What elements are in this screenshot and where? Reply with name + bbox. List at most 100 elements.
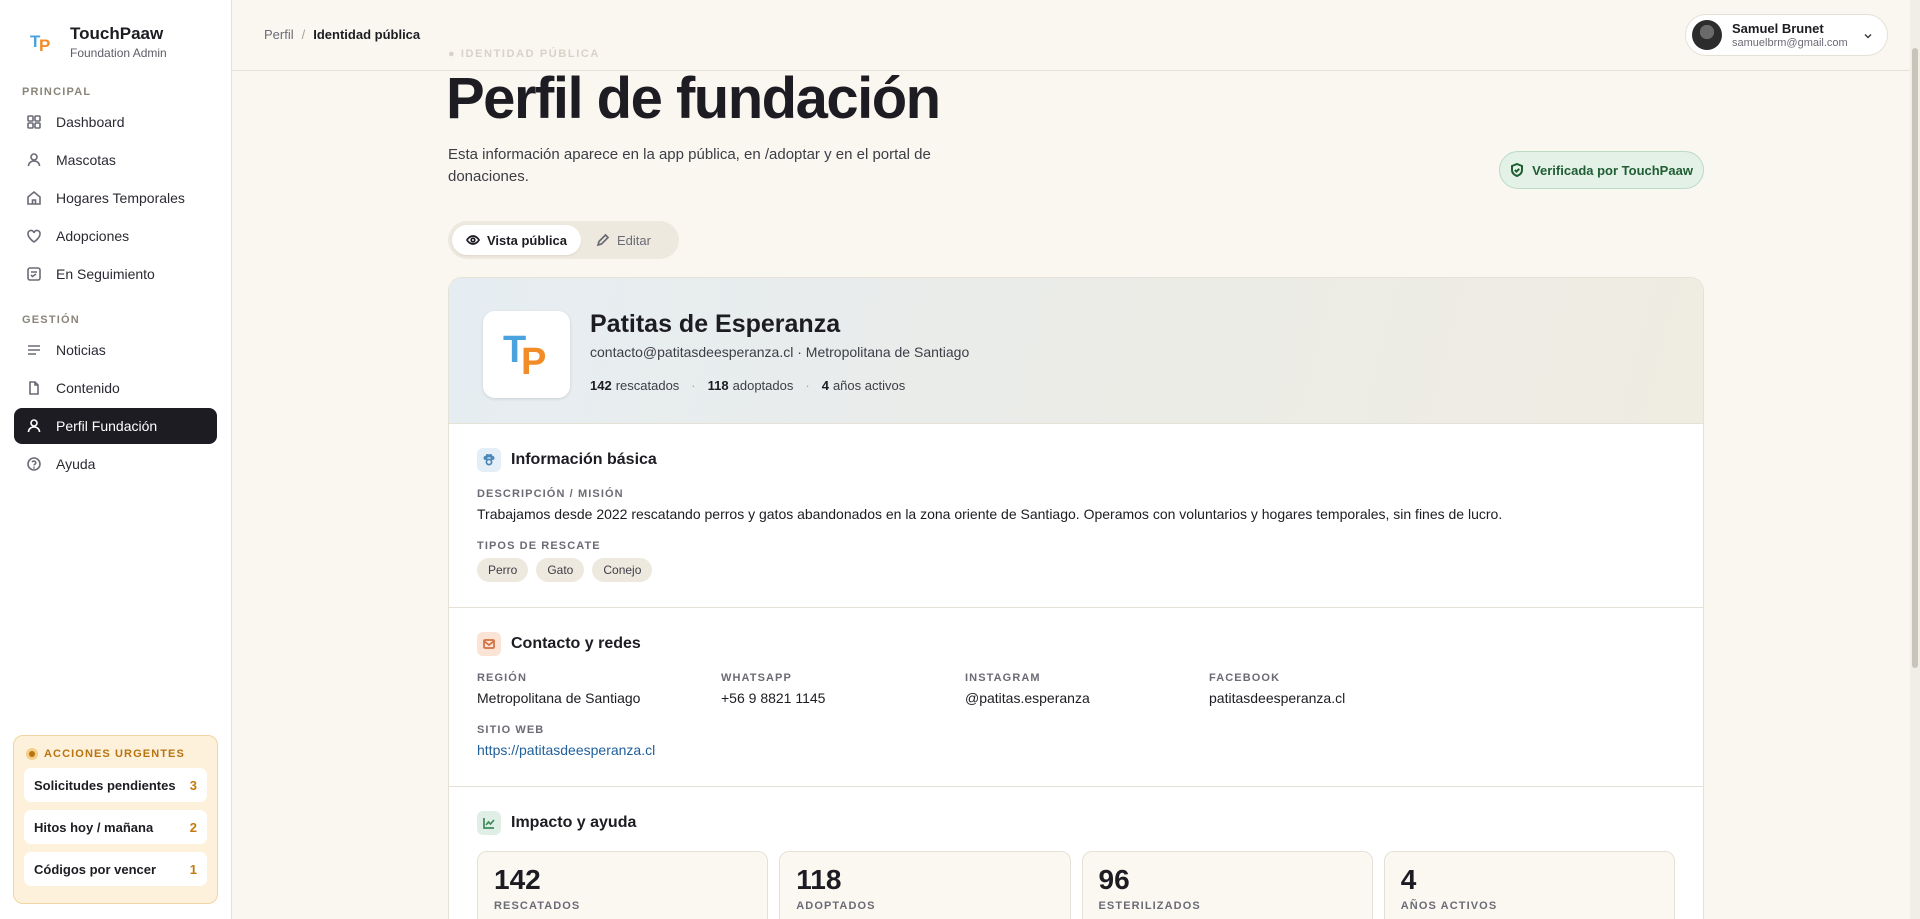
- sidebar-item-label: Contenido: [56, 380, 120, 396]
- basic-info-title: Información básica: [511, 451, 657, 468]
- brand[interactable]: TP TouchPaaw Foundation Admin: [28, 24, 167, 60]
- contact-fields: REGIÓN Metropolitana de Santiago WHATSAP…: [477, 672, 1675, 706]
- urgent-row-count: 2: [189, 819, 197, 835]
- impact-stat-rescatados: 142 RESCATADOS: [477, 851, 769, 919]
- sidebar-item-dashboard[interactable]: Dashboard: [14, 104, 217, 140]
- sidebar-item-hogares[interactable]: Hogares Temporales: [14, 180, 217, 216]
- sidebar-item-label: Perfil Fundación: [56, 418, 158, 434]
- heart-icon: [27, 229, 41, 243]
- foundation-region: Metropolitana de Santiago: [805, 344, 970, 360]
- contact-separator: ·: [797, 344, 802, 360]
- public-view-label: Vista pública: [487, 232, 567, 248]
- stat-value: 142: [590, 378, 612, 393]
- brand-name: TouchPaaw: [70, 24, 164, 43]
- lines-icon: [28, 345, 40, 355]
- urgent-row-hitos[interactable]: Hitos hoy / mañana 2: [24, 810, 207, 844]
- urgent-actions-header: ACCIONES URGENTES: [26, 748, 207, 760]
- stat-label: rescatados: [615, 378, 680, 393]
- scrollbar-thumb[interactable]: [1912, 48, 1918, 668]
- contact-header: Contacto y redes: [477, 632, 1675, 656]
- foundation-email: contacto@patitasdeesperanza.cl: [590, 344, 794, 360]
- urgent-row-codigos[interactable]: Códigos por vencer 1: [24, 852, 207, 886]
- sidebar-item-label: En Seguimiento: [56, 266, 155, 282]
- urgent-row-solicitudes[interactable]: Solicitudes pendientes 3: [24, 768, 207, 802]
- stat-value: 4: [821, 378, 829, 393]
- contact-field-instagram: INSTAGRAM @patitas.esperanza: [965, 672, 1209, 706]
- mail-icon: [477, 632, 501, 656]
- mission-label: DESCRIPCIÓN / MISIÓN: [477, 488, 624, 500]
- contact-field-whatsapp: WHATSAPP +56 9 8821 1145: [721, 672, 965, 706]
- user-icon: [27, 419, 41, 433]
- sidebar-item-label: Adopciones: [56, 228, 130, 244]
- topbar: Perfil / Identidad pública Samuel Brunet s…: [232, 0, 1920, 71]
- foundation-stats: 142 rescatados · 118 adoptados · 4 años act…: [590, 378, 905, 393]
- stat-value: 142: [494, 864, 541, 895]
- alert-dot-icon: [26, 748, 38, 760]
- contact-field-region: REGIÓN Metropolitana de Santiago: [477, 672, 721, 706]
- rescue-types-label: TIPOS DE RESCATE: [477, 540, 601, 552]
- paw-icon: [477, 448, 501, 472]
- field-label: FACEBOOK: [1209, 672, 1281, 684]
- shield-check-icon: [1511, 163, 1524, 177]
- stat-label: años activos: [832, 378, 906, 393]
- urgent-row-label: Códigos por vencer: [34, 861, 157, 877]
- sidebar-item-label: Noticias: [56, 342, 106, 358]
- field-label: REGIÓN: [477, 672, 527, 684]
- stat-value: 4: [1400, 864, 1417, 895]
- profile-hero: TP Patitas de Esperanza contacto@patitas…: [449, 278, 1703, 424]
- user-email: samuelbrm@gmail.com: [1732, 37, 1848, 49]
- foundation-contact: contacto@patitasdeesperanza.cl · Metropo…: [590, 344, 969, 360]
- sidebar-item-contenido[interactable]: Contenido: [14, 370, 217, 406]
- breadcrumb-separator: /: [301, 27, 306, 42]
- section-label-principal: PRINCIPAL: [22, 86, 92, 98]
- sidebar-item-seguimiento[interactable]: En Seguimiento: [14, 256, 217, 292]
- sidebar-item-noticias[interactable]: Noticias: [14, 332, 217, 368]
- user-menu[interactable]: Samuel Brunet samuelbrm@gmail.com: [1685, 14, 1888, 56]
- sidebar-item-adopciones[interactable]: Adopciones: [14, 218, 217, 254]
- chevron-down-icon: [1864, 33, 1872, 39]
- stat-label: RESCATADOS: [494, 900, 581, 912]
- scrollbar[interactable]: [1910, 0, 1920, 919]
- edit-label: Editar: [617, 232, 651, 248]
- field-value: patitasdeesperanza.cl: [1209, 690, 1346, 706]
- avatar: [1692, 20, 1722, 50]
- impact-stat-esterilizados: 96 ESTERILIZADOS: [1081, 851, 1373, 919]
- sidebar-item-perfil-fundacion[interactable]: Perfil Fundación: [14, 408, 217, 444]
- sidebar-item-label: Ayuda: [56, 456, 96, 472]
- eye-icon: [466, 235, 480, 245]
- stat-label: AÑOS ACTIVOS: [1400, 900, 1498, 912]
- field-value: +56 9 8821 1145: [721, 690, 826, 706]
- help-icon: [27, 457, 41, 471]
- impact-header: Impacto y ayuda: [477, 811, 1675, 835]
- foundation-profile-card: TP Patitas de Esperanza contacto@patitas…: [448, 277, 1704, 919]
- sidebar-item-label: Dashboard: [56, 114, 125, 130]
- stat-value: 118: [796, 864, 842, 895]
- mission-text: Trabajamos desde 2022 rescatando perros …: [477, 506, 1503, 522]
- urgent-row-label: Solicitudes pendientes: [34, 777, 176, 793]
- basic-info-section: Información básica DESCRIPCIÓN / MISIÓN …: [449, 424, 1703, 608]
- field-value: @patitas.esperanza: [965, 690, 1090, 706]
- rescue-types: Perro Gato Conejo: [477, 558, 1675, 582]
- impact-stat-anos: 4 AÑOS ACTIVOS: [1383, 851, 1675, 919]
- user-name: Samuel Brunet: [1732, 21, 1824, 36]
- pencil-icon: [596, 233, 610, 247]
- sidebar-item-ayuda[interactable]: Ayuda: [14, 446, 217, 482]
- public-view-button[interactable]: Vista pública: [452, 225, 581, 255]
- edit-button[interactable]: Editar: [582, 225, 665, 255]
- checklist-icon: [27, 267, 41, 281]
- stat-label: adoptados: [732, 378, 794, 393]
- website-label: SITIO WEB: [477, 724, 545, 736]
- stats-separator: ·: [805, 378, 810, 393]
- sidebar-item-mascotas[interactable]: Mascotas: [14, 142, 217, 178]
- sidebar-item-label: Mascotas: [56, 152, 116, 168]
- field-label: WHATSAPP: [721, 672, 792, 684]
- urgent-actions-title: ACCIONES URGENTES: [44, 748, 185, 760]
- breadcrumb: Perfil / Identidad pública: [264, 27, 420, 42]
- urgent-row-label: Hitos hoy / mañana: [34, 819, 154, 835]
- breadcrumb-parent[interactable]: Perfil: [264, 27, 294, 42]
- page-eyebrow: ● IDENTIDAD PÚBLICA: [448, 48, 600, 60]
- stats-separator: ·: [691, 378, 696, 393]
- chip-conejo: Conejo: [592, 558, 653, 582]
- home-icon: [27, 190, 41, 205]
- website-link[interactable]: https://patitasdeesperanza.cl: [477, 742, 655, 758]
